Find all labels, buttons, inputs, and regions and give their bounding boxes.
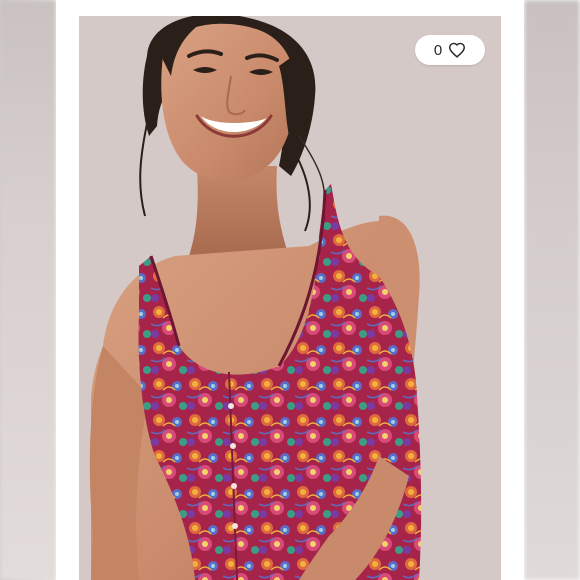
blurred-background-left — [0, 0, 56, 580]
listing-photo-card: 0 — [56, 0, 524, 580]
heart-outline-icon — [448, 42, 466, 58]
image-viewer: 0 — [0, 0, 580, 580]
like-count: 0 — [433, 41, 443, 59]
listing-photo[interactable] — [79, 16, 501, 580]
model-illustration — [79, 16, 501, 580]
blurred-background-right — [524, 0, 580, 580]
like-button[interactable]: 0 — [415, 35, 485, 65]
